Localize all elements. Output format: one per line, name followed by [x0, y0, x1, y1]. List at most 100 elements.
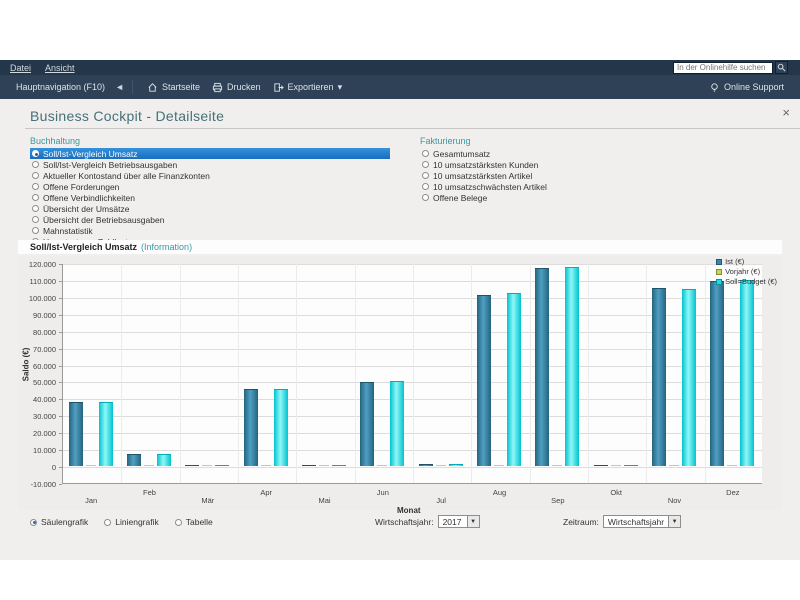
bar-soll	[157, 454, 171, 466]
information-link[interactable]: (Information)	[141, 242, 192, 252]
y-tick-mark	[59, 366, 62, 367]
chart-type-option[interactable]: Liniengrafik	[104, 517, 158, 527]
y-tick-mark	[59, 433, 62, 434]
list-item[interactable]: Aktueller Kontostand über alle Finanzkon…	[30, 170, 390, 181]
radio-icon[interactable]	[32, 227, 39, 234]
list-item[interactable]: Soll/Ist-Vergleich Umsatz	[30, 148, 390, 159]
plot-area	[62, 264, 762, 484]
online-support-button[interactable]: Online Support	[703, 79, 790, 96]
period-select[interactable]: Wirtschaftsjahr ▼	[603, 515, 681, 528]
radio-icon[interactable]	[30, 519, 37, 526]
toolbar: Hauptnavigation (F10) ◄ Startseite Druck…	[0, 75, 800, 99]
bar-group	[127, 454, 171, 466]
printer-icon	[212, 82, 223, 93]
close-icon[interactable]: ×	[782, 106, 790, 119]
fakturierung-header: Fakturierung	[420, 136, 700, 146]
startseite-label: Startseite	[162, 82, 200, 92]
list-item[interactable]: 10 umsatzschwächsten Artikel	[420, 181, 700, 192]
bar-group	[185, 465, 229, 466]
bar-soll	[740, 280, 754, 466]
legend-swatch	[716, 269, 722, 275]
list-item[interactable]: Gesamtumsatz	[420, 148, 700, 159]
list-item[interactable]: Mahnstatistik	[30, 225, 390, 236]
screen: { "colors": { "header_bg": "#24364a", "t…	[0, 0, 800, 600]
period-control: Zeitraum: Wirtschaftsjahr ▼	[563, 515, 681, 528]
radio-icon[interactable]	[422, 161, 429, 168]
legend-entry: Vorjahr (€)	[716, 267, 777, 276]
buchhaltung-header: Buchhaltung	[30, 136, 390, 146]
collapse-nav-icon[interactable]: ◄	[115, 82, 124, 92]
search-button[interactable]	[775, 61, 788, 74]
y-tick-label: 70.000	[22, 345, 56, 354]
bar-soll	[507, 293, 521, 466]
chart-title-bar: Soll/Ist-Vergleich Umsatz (Information)	[18, 240, 782, 254]
chart-type-option[interactable]: Säulengrafik	[30, 517, 88, 527]
list-item[interactable]: Offene Belege	[420, 192, 700, 203]
bar-group	[244, 389, 288, 466]
hauptnavigation-button[interactable]: Hauptnavigation (F10)	[10, 79, 111, 95]
radio-icon[interactable]	[32, 216, 39, 223]
page-title: Business Cockpit - Detailseite	[30, 108, 224, 124]
list-item[interactable]: Soll/Ist-Vergleich Betriebsausgaben	[30, 159, 390, 170]
radio-icon[interactable]	[422, 194, 429, 201]
bar-vorjahr	[144, 465, 154, 466]
menu-datei[interactable]: Datei	[10, 63, 31, 73]
drucken-button[interactable]: Drucken	[206, 79, 267, 96]
startseite-button[interactable]: Startseite	[141, 79, 206, 96]
online-support-label: Online Support	[724, 82, 784, 92]
menu-ansicht[interactable]: Ansicht	[45, 63, 75, 73]
chart-type-option[interactable]: Tabelle	[175, 517, 213, 527]
bar-soll	[624, 465, 638, 466]
help-search-input[interactable]	[673, 62, 773, 74]
x-tick-label: Mai	[305, 496, 345, 505]
drucken-label: Drucken	[227, 82, 261, 92]
lightbulb-icon	[709, 82, 720, 93]
y-tick-label: 30.000	[22, 412, 56, 421]
chart-legend: Ist (€)Vorjahr (€)Soll=Budget (€)	[716, 257, 777, 286]
y-tick-label: 120.000	[22, 260, 56, 269]
radio-icon[interactable]	[422, 150, 429, 157]
legend-swatch	[716, 279, 722, 285]
legend-label: Vorjahr (€)	[725, 267, 760, 276]
list-item[interactable]: Offene Forderungen	[30, 181, 390, 192]
y-tick-mark	[59, 298, 62, 299]
chart-type-label: Tabelle	[186, 517, 213, 527]
exportieren-button[interactable]: Exportieren ▾	[267, 79, 349, 96]
bar-vorjahr	[552, 465, 562, 466]
chevron-down-icon[interactable]: ▼	[467, 516, 479, 527]
list-item[interactable]: 10 umsatzstärksten Artikel	[420, 170, 700, 181]
fiscal-year-label: Wirtschaftsjahr:	[375, 517, 434, 527]
list-item-label: Übersicht der Umsätze	[43, 204, 129, 214]
y-tick-mark	[59, 416, 62, 417]
radio-icon[interactable]	[32, 172, 39, 179]
chevron-down-icon[interactable]: ▼	[668, 516, 680, 527]
month-separator	[238, 264, 239, 483]
radio-icon[interactable]	[32, 161, 39, 168]
bar-ist	[419, 464, 433, 466]
radio-icon[interactable]	[32, 183, 39, 190]
bar-soll	[565, 267, 579, 466]
list-item[interactable]: Offene Verbindlichkeiten	[30, 192, 390, 203]
y-tick-label: 10.000	[22, 446, 56, 455]
radio-icon[interactable]	[32, 194, 39, 201]
fiscal-year-select[interactable]: 2017 ▼	[438, 515, 480, 528]
bar-soll	[390, 381, 404, 466]
radio-icon[interactable]	[175, 519, 182, 526]
radio-icon[interactable]	[422, 183, 429, 190]
radio-icon[interactable]	[104, 519, 111, 526]
radio-icon[interactable]	[32, 205, 39, 212]
detail-page: Business Cockpit - Detailseite × Buchhal…	[0, 99, 800, 560]
radio-icon[interactable]	[32, 150, 39, 157]
list-item[interactable]: 10 umsatzstärksten Kunden	[420, 159, 700, 170]
chart-panel: Saldo (€) Ist (€)Vorjahr (€)Soll=Budget …	[18, 256, 782, 510]
bar-vorjahr	[319, 465, 329, 466]
chart-type-label: Liniengrafik	[115, 517, 158, 527]
list-item[interactable]: Übersicht der Umsätze	[30, 203, 390, 214]
radio-icon[interactable]	[422, 172, 429, 179]
list-item[interactable]: Übersicht der Betriebsausgaben	[30, 214, 390, 225]
x-tick-label: Jul	[421, 496, 461, 505]
bar-group	[710, 280, 754, 466]
toolbar-separator	[132, 80, 133, 94]
y-tick-mark	[59, 382, 62, 383]
y-tick-mark	[59, 399, 62, 400]
